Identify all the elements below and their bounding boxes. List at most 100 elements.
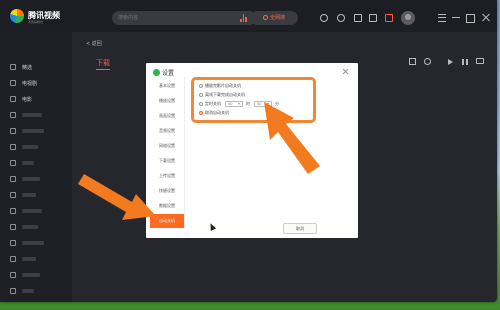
blurred-label — [22, 177, 40, 181]
sidebar-item[interactable] — [10, 206, 42, 216]
dialog-header: 设置 — [153, 68, 174, 77]
play-icon[interactable] — [448, 59, 453, 65]
home-icon — [10, 64, 16, 70]
sidebar-item[interactable] — [10, 286, 34, 296]
sidebar-item-tv[interactable]: 电视剧 — [10, 78, 38, 88]
search-input[interactable] — [118, 13, 228, 23]
menu-item-basic[interactable]: 基本设置 — [150, 79, 184, 93]
category-icon — [10, 192, 16, 198]
sidebar-item[interactable] — [10, 222, 38, 232]
sidebar-item-featured[interactable]: 精选 — [10, 62, 33, 72]
top-bar: 腾讯视频 不负好时光 全网搜 — [0, 0, 497, 32]
hour-unit: 时 — [246, 101, 250, 106]
blurred-label — [22, 225, 38, 229]
search-all-label: 全网搜 — [269, 15, 285, 21]
option-after-download[interactable]: 离线下载完成自动关机 — [199, 92, 245, 98]
cancel-button[interactable]: 取消 — [283, 223, 317, 234]
sidebar: 精选 电视剧 电影 — [0, 32, 72, 302]
sidebar-item[interactable] — [10, 142, 38, 152]
option-cancel-shutdown[interactable]: 取消自动关机 — [199, 110, 229, 116]
avatar[interactable] — [401, 11, 415, 25]
category-icon — [10, 224, 16, 230]
blurred-label — [22, 209, 42, 213]
blurred-label — [22, 257, 36, 261]
sidebar-item[interactable] — [10, 158, 34, 168]
sidebar-item[interactable] — [10, 254, 36, 264]
option-label: 定时关机 — [205, 101, 221, 106]
radio-button[interactable] — [199, 102, 203, 106]
dialog-title: 设置 — [162, 70, 175, 77]
category-icon — [10, 144, 16, 150]
sidebar-item-label: 电视剧 — [22, 80, 38, 87]
share-icon[interactable] — [369, 14, 377, 22]
menu-item-picture[interactable]: 画面设置 — [150, 109, 184, 123]
annotation-arrow-icon — [78, 174, 156, 220]
category-icon — [10, 128, 16, 134]
search-box — [112, 11, 256, 25]
sidebar-item-movie[interactable]: 电影 — [10, 94, 33, 104]
vip-icon[interactable] — [337, 14, 345, 22]
menu-item-audio[interactable]: 音频设置 — [150, 124, 184, 138]
annotation-arrow-icon — [264, 102, 320, 174]
sidebar-item[interactable] — [10, 238, 44, 248]
blurred-label — [22, 161, 34, 165]
settings-icon — [153, 69, 160, 76]
category-icon — [10, 272, 16, 278]
sidebar-item[interactable] — [10, 270, 40, 280]
sidebar-item-label: 精选 — [22, 64, 33, 71]
blurred-label — [22, 273, 40, 277]
delete-icon[interactable] — [476, 58, 484, 64]
sidebar-item-label: 电影 — [22, 96, 33, 103]
menu-icon[interactable] — [437, 13, 447, 22]
video-app-window: 腾讯视频 不负好时光 全网搜 精选 电视剧 电影 < — [0, 0, 497, 302]
option-label: 离线下载完成自动关机 — [205, 92, 245, 97]
category-icon — [10, 112, 16, 118]
sidebar-item[interactable] — [10, 174, 40, 184]
close-icon[interactable] — [481, 13, 491, 22]
radio-button-selected[interactable] — [199, 111, 203, 115]
page-title[interactable]: 下载 — [96, 58, 110, 68]
radio-button[interactable] — [199, 84, 203, 88]
menu-item-download[interactable]: 下载设置 — [150, 154, 184, 168]
blurred-label — [22, 145, 38, 149]
blurred-label — [22, 129, 44, 133]
category-icon — [10, 160, 16, 166]
tv-icon — [10, 80, 16, 86]
download-icon[interactable] — [385, 14, 393, 22]
option-label: 取消自动关机 — [205, 110, 229, 115]
option-after-playback[interactable]: 播放完影片自动关机 — [199, 83, 241, 89]
menu-item-playback[interactable]: 播放设置 — [150, 94, 184, 108]
minimize-icon[interactable] — [451, 13, 461, 22]
category-icon — [10, 240, 16, 246]
sidebar-item[interactable] — [10, 190, 36, 200]
dialog-close-icon[interactable] — [342, 68, 349, 75]
category-icon — [10, 176, 16, 182]
back-link[interactable]: < 返回 — [86, 40, 102, 47]
app-name: 腾讯视频 — [28, 11, 60, 20]
sidebar-item[interactable] — [10, 110, 42, 120]
hour-select[interactable]: 00 — [225, 101, 243, 107]
menu-item-network[interactable]: 网络设置 — [150, 139, 184, 153]
history-icon[interactable] — [320, 14, 328, 22]
maximize-icon[interactable] — [465, 13, 475, 23]
radio-button[interactable] — [199, 93, 203, 97]
settings-dialog: 设置 基本设置 播放设置 画面设置 音频设置 网络设置 下载设置 上传设置 快捷… — [146, 63, 358, 238]
search-icon — [262, 15, 268, 20]
category-icon — [10, 256, 16, 262]
tencent-video-logo-icon — [10, 9, 24, 23]
upload-icon[interactable] — [354, 14, 362, 22]
hot-search-icon[interactable] — [240, 14, 248, 22]
blurred-label — [22, 113, 42, 117]
film-icon — [10, 96, 16, 102]
active-tab-underline — [96, 69, 110, 70]
blurred-label — [22, 193, 36, 197]
blurred-label — [22, 289, 34, 293]
pause-icon[interactable] — [462, 59, 468, 65]
folder-icon[interactable] — [409, 58, 416, 65]
settings-gear-icon[interactable] — [424, 58, 431, 65]
app-logo[interactable]: 腾讯视频 不负好时光 — [10, 9, 60, 24]
sidebar-item[interactable] — [10, 126, 44, 136]
category-icon — [10, 288, 16, 294]
search-all-button[interactable]: 全网搜 — [250, 11, 298, 25]
app-tagline: 不负好时光 — [28, 20, 44, 24]
